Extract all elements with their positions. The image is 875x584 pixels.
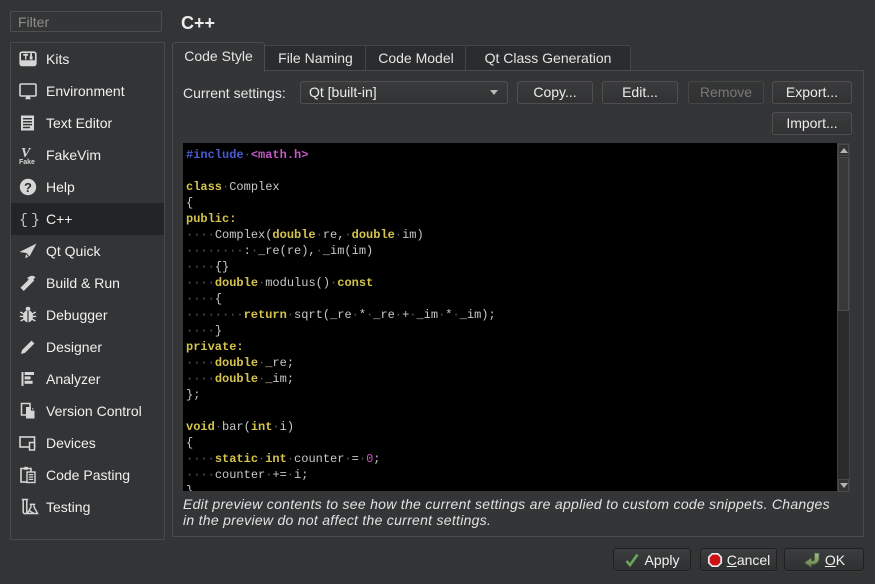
svg-text:Fake: Fake xyxy=(19,159,35,166)
svg-text:?: ? xyxy=(24,180,32,195)
svg-text:{}: {} xyxy=(19,212,41,229)
